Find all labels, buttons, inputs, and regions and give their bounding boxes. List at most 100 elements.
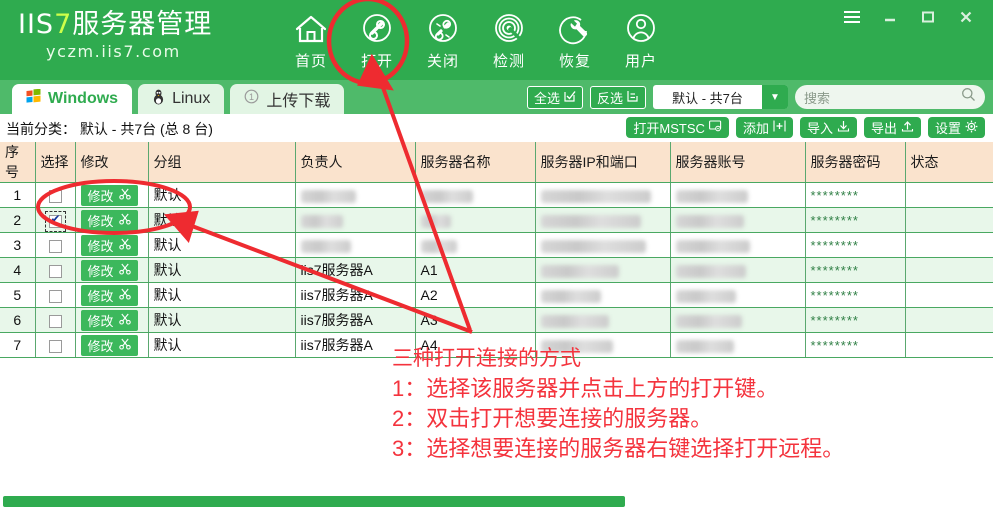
cell-server-password: ********: [805, 257, 906, 283]
row-checkbox[interactable]: [48, 289, 62, 303]
cell-select[interactable]: [35, 182, 76, 208]
toolbar-label-close: 关闭: [426, 53, 459, 70]
annotation-line-3: 3：选择想要连接的服务器右键选择打开远程。: [392, 436, 845, 461]
col-index[interactable]: 序号: [0, 142, 36, 183]
cell-modify[interactable]: 修改: [75, 257, 149, 283]
server-table: 序号 选择 修改 分组 负责人 服务器名称 服务器IP和端口 服务器账号 服务器…: [0, 142, 993, 358]
col-server-name[interactable]: 服务器名称: [415, 142, 536, 183]
annotation-text-block: 三种打开连接的方式 1：选择该服务器并点击上方的打开键。 2：双击打开想要连接的…: [392, 344, 844, 464]
toolbar-item-restore[interactable]: 恢复: [542, 6, 608, 71]
table-row[interactable]: 4 修改 默认 iis7服务器A A1 ********: [0, 257, 993, 283]
col-owner[interactable]: 负责人: [295, 142, 416, 183]
export-button[interactable]: 导出: [863, 117, 921, 138]
row-checkbox[interactable]: [44, 210, 66, 232]
tab-windows[interactable]: Windows: [12, 84, 133, 114]
cell-group: 默认: [148, 182, 296, 208]
cell-server-ip: [535, 207, 671, 233]
row-checkbox[interactable]: [48, 239, 62, 253]
cell-index: 4: [0, 257, 36, 283]
cell-modify[interactable]: 修改: [75, 332, 149, 358]
scissors-icon: [118, 263, 131, 278]
download-arrow-icon: [837, 120, 850, 135]
row-checkbox[interactable]: [48, 339, 62, 353]
col-select[interactable]: 选择: [35, 142, 76, 183]
table-row[interactable]: 5 修改 默认 iis7服务器A A2 ********: [0, 282, 993, 308]
col-server-ip[interactable]: 服务器IP和端口: [535, 142, 671, 183]
import-button[interactable]: 导入: [799, 117, 857, 138]
open-mstsc-button[interactable]: 打开MSTSC: [626, 117, 729, 138]
scissors-icon: [118, 213, 131, 228]
group-label: 默认: [153, 337, 182, 353]
settings-button[interactable]: 设置: [927, 117, 985, 138]
toolbar-label-open: 打开: [360, 53, 393, 70]
logo-subtitle: yczm.iis7.com: [46, 41, 181, 61]
cell-status: [905, 282, 993, 308]
add-button[interactable]: 添加: [735, 117, 793, 138]
cell-select[interactable]: [35, 282, 76, 308]
wrench-icon: [542, 10, 608, 48]
cell-group: 默认: [148, 207, 296, 233]
toolbar-item-detect[interactable]: 检测: [476, 6, 542, 71]
search-icon[interactable]: [961, 87, 976, 107]
group-select[interactable]: 默认 - 共7台 ▼: [653, 85, 788, 109]
col-status[interactable]: 状态: [905, 142, 993, 183]
row-checkbox[interactable]: [48, 314, 62, 328]
col-server-account[interactable]: 服务器账号: [670, 142, 806, 183]
maximize-icon[interactable]: [909, 4, 947, 30]
edit-button[interactable]: 修改: [80, 334, 138, 356]
toolbar-item-close[interactable]: 关闭: [410, 6, 476, 71]
cell-group: 默认: [148, 282, 296, 308]
row-checkbox[interactable]: [48, 189, 62, 203]
select-all-button[interactable]: 全选: [526, 85, 583, 109]
col-modify[interactable]: 修改: [75, 142, 149, 183]
table-row[interactable]: 1 修改 默认 ********: [0, 182, 993, 208]
password-mask-label: ********: [810, 238, 859, 253]
edit-button[interactable]: 修改: [80, 234, 138, 256]
tab-strip: Windows Linux 1 上传下载 全选 反选 默认 - 共7台 ▼ 搜索: [0, 80, 993, 114]
close-icon[interactable]: [947, 4, 985, 30]
toolbar-item-open[interactable]: 打开: [344, 6, 410, 71]
search-input[interactable]: 搜索: [795, 85, 985, 109]
cell-select[interactable]: [35, 257, 76, 283]
minimize-icon[interactable]: [871, 4, 909, 30]
cell-group: 默认: [148, 257, 296, 283]
table-row[interactable]: 6 修改 默认 iis7服务器A A3 ********: [0, 307, 993, 333]
edit-button[interactable]: 修改: [80, 209, 138, 231]
cell-server-password: ********: [805, 207, 906, 233]
toolbar-item-user[interactable]: 用户: [608, 6, 674, 71]
password-mask-label: ********: [810, 188, 859, 203]
edit-button[interactable]: 修改: [80, 284, 138, 306]
server-name-label: A1: [420, 262, 438, 278]
redacted-value: [300, 214, 343, 228]
edit-button[interactable]: 修改: [80, 259, 138, 281]
table-row[interactable]: 2 修改 默认 ********: [0, 207, 993, 233]
cell-server-account: [670, 232, 806, 258]
cell-modify[interactable]: 修改: [75, 182, 149, 208]
cell-select[interactable]: [35, 307, 76, 333]
cell-modify[interactable]: 修改: [75, 282, 149, 308]
tab-upload-download[interactable]: 1 上传下载: [230, 84, 345, 114]
table-row[interactable]: 3 修改 默认 ********: [0, 232, 993, 258]
edit-button[interactable]: 修改: [80, 184, 138, 206]
main-toolbar: 首页 打开 关闭 检测 恢复 用户: [278, 6, 674, 71]
cell-select[interactable]: [35, 232, 76, 258]
chevron-down-icon[interactable]: ▼: [762, 85, 788, 109]
toolbar-item-home[interactable]: 首页: [278, 6, 344, 71]
tab-linux[interactable]: Linux: [138, 84, 225, 114]
row-checkbox[interactable]: [48, 264, 62, 278]
invert-select-button[interactable]: 反选: [589, 85, 646, 109]
cell-select[interactable]: [35, 332, 76, 358]
cell-modify[interactable]: 修改: [75, 207, 149, 233]
cell-modify[interactable]: 修改: [75, 232, 149, 258]
menu-icon[interactable]: [833, 4, 871, 30]
row-index-label: 6: [13, 312, 22, 328]
cell-owner: iis7服务器A: [295, 257, 416, 283]
cell-server-name: [415, 207, 536, 233]
col-group[interactable]: 分组: [148, 142, 296, 183]
col-server-password[interactable]: 服务器密码: [805, 142, 906, 183]
cell-index: 6: [0, 307, 36, 333]
bottom-status-bar: [3, 496, 625, 507]
edit-button[interactable]: 修改: [80, 309, 138, 331]
cell-modify[interactable]: 修改: [75, 307, 149, 333]
cell-select[interactable]: [35, 207, 76, 233]
